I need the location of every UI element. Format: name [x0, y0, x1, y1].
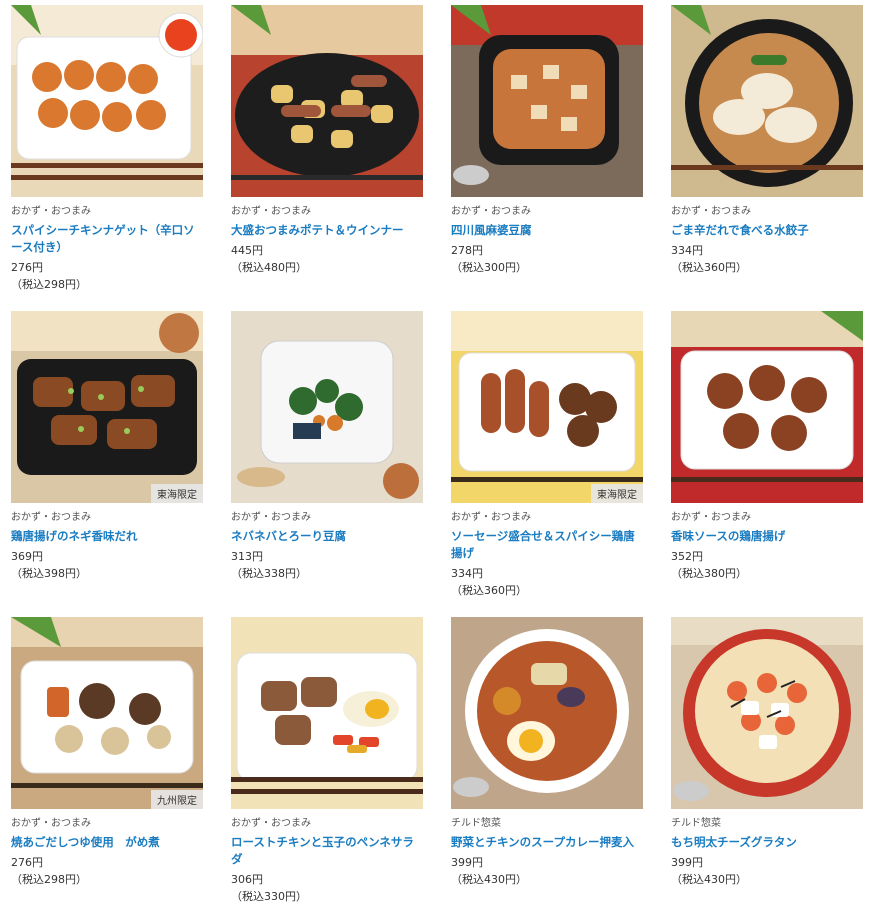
product-image-karaage-sauce[interactable] — [671, 311, 863, 503]
product-card[interactable]: おかず・おつまみ ネバネバとろーり豆腐 313円 （税込338円） — [231, 311, 423, 582]
product-name-link[interactable]: 香味ソースの鶏唐揚げ — [671, 528, 863, 545]
product-card[interactable]: 東海限定 おかず・おつまみ ソーセージ盛合せ＆スパイシー鶏唐揚げ 334円 （税… — [451, 311, 643, 599]
product-price: 334円 — [451, 567, 483, 580]
product-image-game-ni[interactable]: 九州限定 — [11, 617, 203, 809]
product-name-link[interactable]: ローストチキンと玉子のペンネサラダ — [231, 834, 423, 868]
product-category: おかず・おつまみ — [11, 818, 91, 829]
product-price: 445円 — [231, 244, 263, 257]
product-price-tax: （税込360円） — [671, 261, 747, 274]
product-card[interactable]: チルド惣菜 もち明太チーズグラタン 399円 （税込430円） — [671, 617, 863, 888]
product-image-dumplings[interactable] — [671, 5, 863, 197]
product-category: おかず・おつまみ — [231, 512, 311, 523]
product-price: 276円 — [11, 261, 43, 274]
product-name-link[interactable]: 野菜とチキンのスープカレー押麦入 — [451, 834, 643, 851]
region-badge: 東海限定 — [151, 484, 203, 503]
product-card[interactable]: 東海限定 おかず・おつまみ 鶏唐揚げのネギ香味だれ 369円 （税込398円） — [11, 311, 203, 582]
product-category: おかず・おつまみ — [231, 818, 311, 829]
product-name-link[interactable]: 鶏唐揚げのネギ香味だれ — [11, 528, 203, 545]
product-price-tax: （税込298円） — [11, 278, 87, 291]
region-badge: 九州限定 — [151, 790, 203, 809]
product-price: 278円 — [451, 244, 483, 257]
product-card[interactable]: おかず・おつまみ スパイシーチキンナゲット（辛口ソース付き） 276円 （税込2… — [11, 5, 203, 293]
product-name-link[interactable]: 大盛おつまみポテト＆ウインナー — [231, 222, 423, 239]
product-price-tax: （税込380円） — [671, 567, 747, 580]
product-grid: おかず・おつまみ スパイシーチキンナゲット（辛口ソース付き） 276円 （税込2… — [0, 0, 871, 905]
product-price-tax: （税込480円） — [231, 261, 307, 274]
product-price: 276円 — [11, 856, 43, 869]
product-price: 352円 — [671, 550, 703, 563]
product-category: チルド惣菜 — [451, 818, 501, 829]
product-name-link[interactable]: ごま辛だれで食べる水餃子 — [671, 222, 863, 239]
product-price: 369円 — [11, 550, 43, 563]
product-category: おかず・おつまみ — [451, 512, 531, 523]
product-image-potato-sausage[interactable] — [231, 5, 423, 197]
product-price-tax: （税込398円） — [11, 567, 87, 580]
product-card[interactable]: おかず・おつまみ ごま辛だれで食べる水餃子 334円 （税込360円） — [671, 5, 863, 276]
product-card[interactable]: おかず・おつまみ 四川風麻婆豆腐 278円 （税込300円） — [451, 5, 643, 276]
product-name-link[interactable]: スパイシーチキンナゲット（辛口ソース付き） — [11, 222, 203, 256]
product-image-nuggets[interactable] — [11, 5, 203, 197]
product-name-link[interactable]: 焼あごだしつゆ使用 がめ煮 — [11, 834, 203, 851]
product-price: 306円 — [231, 873, 263, 886]
product-price: 399円 — [671, 856, 703, 869]
product-image-mentai-gratin[interactable] — [671, 617, 863, 809]
product-card[interactable]: おかず・おつまみ 香味ソースの鶏唐揚げ 352円 （税込380円） — [671, 311, 863, 582]
product-price-tax: （税込430円） — [671, 873, 747, 886]
product-name-link[interactable]: もち明太チーズグラタン — [671, 834, 863, 851]
product-card[interactable]: 九州限定 おかず・おつまみ 焼あごだしつゆ使用 がめ煮 276円 （税込298円… — [11, 617, 203, 888]
product-category: おかず・おつまみ — [11, 512, 91, 523]
product-category: おかず・おつまみ — [231, 206, 311, 217]
product-image-soup-curry[interactable] — [451, 617, 643, 809]
product-category: おかず・おつまみ — [671, 512, 751, 523]
product-image-sausage-karaage[interactable]: 東海限定 — [451, 311, 643, 503]
product-card[interactable]: おかず・おつまみ 大盛おつまみポテト＆ウインナー 445円 （税込480円） — [231, 5, 423, 276]
region-badge: 東海限定 — [591, 484, 643, 503]
product-price-tax: （税込430円） — [451, 873, 527, 886]
product-category: おかず・おつまみ — [451, 206, 531, 217]
product-category: おかず・おつまみ — [11, 206, 91, 217]
product-price-tax: （税込298円） — [11, 873, 87, 886]
product-card[interactable]: チルド惣菜 野菜とチキンのスープカレー押麦入 399円 （税込430円） — [451, 617, 643, 888]
product-price: 313円 — [231, 550, 263, 563]
product-price-tax: （税込338円） — [231, 567, 307, 580]
product-category: チルド惣菜 — [671, 818, 721, 829]
product-card[interactable]: おかず・おつまみ ローストチキンと玉子のペンネサラダ 306円 （税込330円） — [231, 617, 423, 905]
product-price-tax: （税込360円） — [451, 584, 527, 597]
product-price-tax: （税込330円） — [231, 890, 307, 903]
product-name-link[interactable]: ソーセージ盛合せ＆スパイシー鶏唐揚げ — [451, 528, 643, 562]
product-image-neba-tofu[interactable] — [231, 311, 423, 503]
product-name-link[interactable]: ネバネバとろーり豆腐 — [231, 528, 423, 545]
product-image-karaage-negi[interactable]: 東海限定 — [11, 311, 203, 503]
product-name-link[interactable]: 四川風麻婆豆腐 — [451, 222, 643, 239]
product-price: 399円 — [451, 856, 483, 869]
product-price-tax: （税込300円） — [451, 261, 527, 274]
product-category: おかず・おつまみ — [671, 206, 751, 217]
product-image-penne-salad[interactable] — [231, 617, 423, 809]
product-image-mapo-tofu[interactable] — [451, 5, 643, 197]
product-price: 334円 — [671, 244, 703, 257]
